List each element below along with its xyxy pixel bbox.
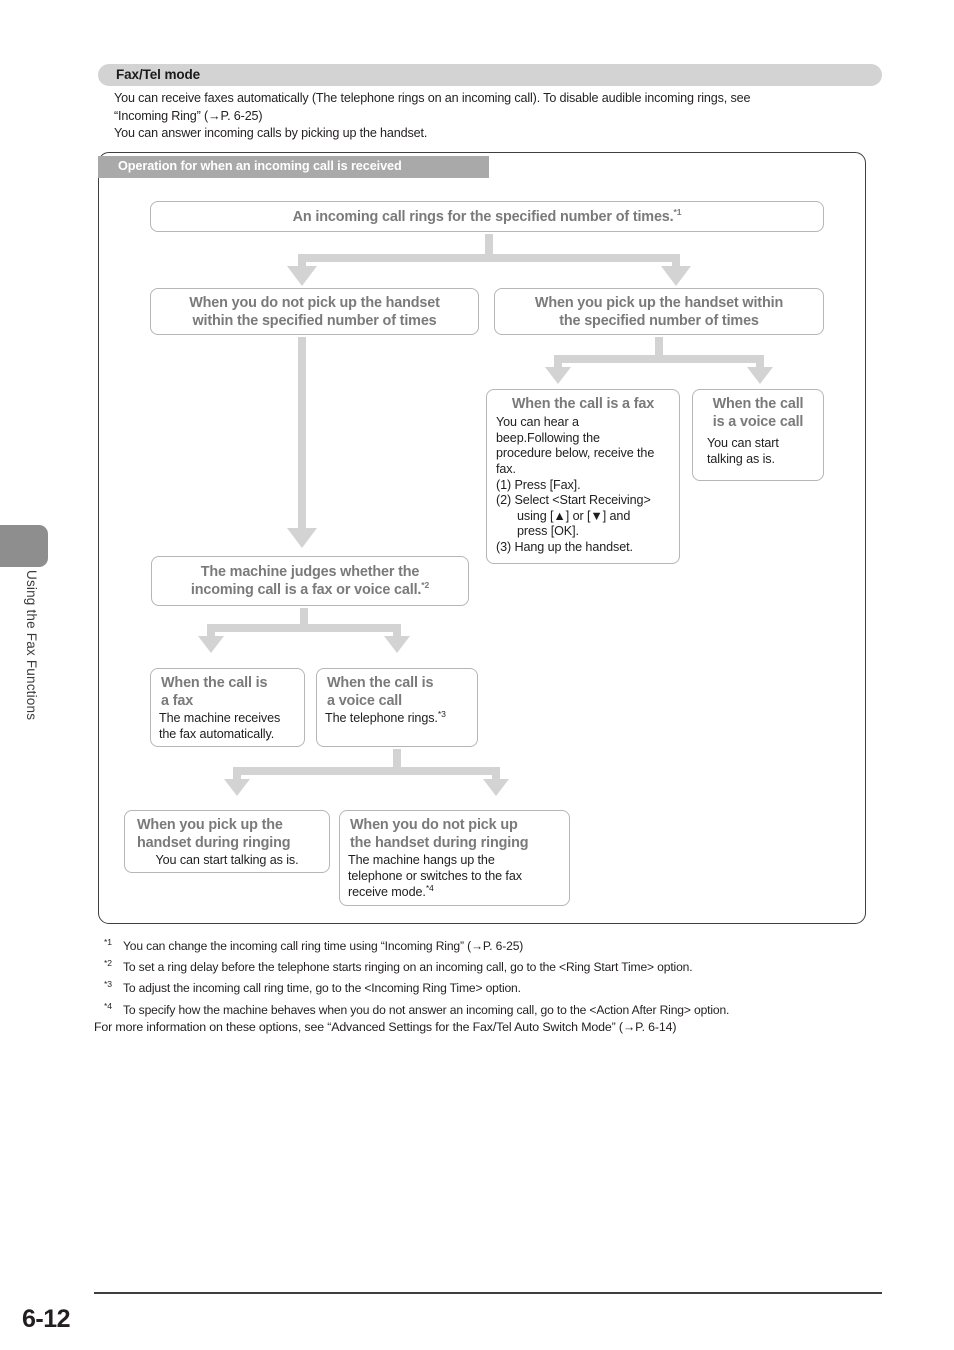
pickup-fax-step-2a: (2) Select <Start Receiving>	[496, 493, 651, 508]
arrow-pickup-crossbar	[554, 355, 764, 363]
footnote-text: To specify how the machine behaves when …	[123, 1002, 730, 1017]
flow-box-branch-no-pickup: When you do not pick up the handset with…	[150, 288, 479, 335]
ring-pickup-title-1: When you pick up the	[137, 817, 283, 833]
intro-line-3: You can answer incoming calls by picking…	[114, 126, 428, 141]
ring-pickup-title-2: handset during ringing	[137, 835, 291, 852]
flow-box-pickup-voice: When the call is a voice call You can st…	[692, 389, 824, 481]
arrow-pickup-head-fax	[545, 367, 571, 384]
arrow-start-crossbar	[298, 254, 680, 262]
judge-voice-title-2: a voice call	[327, 693, 403, 710]
pickup-voice-title-2: is a voice call	[712, 414, 804, 431]
judge-line-1: The machine judges whether the	[200, 564, 420, 580]
pickup-fax-step-2b: using [▲] or [▼] and	[517, 508, 631, 523]
footnote-mark: *2	[104, 958, 112, 969]
flow-start-footnote: *1	[673, 207, 682, 218]
arrow-ring-head-nopickup	[483, 779, 509, 796]
flow-start-text: An incoming call rings for the specified…	[292, 209, 674, 225]
section-header-bar: Fax/Tel mode	[98, 64, 882, 86]
judge-fax-body-1: The machine receives	[159, 711, 281, 726]
branch-right-line-2: the specified number of times	[559, 313, 759, 330]
judge-fax-title-1: When the call is	[161, 675, 268, 691]
arrow-ring-stem	[393, 749, 401, 767]
arrow-left-long-shaft	[298, 337, 306, 530]
footnote-mark: *3	[104, 979, 112, 990]
flow-box-start: An incoming call rings for the specified…	[150, 201, 824, 232]
pickup-fax-step-2c: press [OK].	[517, 524, 579, 539]
chapter-tab-marker	[0, 525, 48, 567]
flow-box-judge-fax: When the call is a fax The machine recei…	[150, 668, 305, 747]
judge-voice-title-1: When the call is	[327, 675, 434, 691]
ring-nopickup-body-3: receive mode.	[348, 884, 426, 899]
arrow-start-stem	[485, 234, 493, 254]
arrow-ring-head-pickup	[224, 779, 250, 796]
branch-left-line-2: within the specified number of times	[192, 313, 437, 330]
pickup-fax-body-4: fax.	[496, 461, 516, 476]
pickup-voice-body-2: talking as is.	[707, 452, 775, 466]
flow-box-pickup-fax: When the call is a fax You can hear a be…	[486, 389, 680, 564]
flowchart-title-label: Operation for when an incoming call is r…	[118, 159, 402, 173]
pickup-fax-body-1: You can hear a	[496, 415, 579, 430]
arrow-judge-crossbar	[207, 624, 401, 632]
judge-line-2: incoming call is a fax or voice call.	[190, 582, 422, 599]
flow-box-ring-pickup: When you pick up the handset during ring…	[124, 810, 330, 873]
pickup-fax-step-1: (1) Press [Fax].	[496, 477, 581, 492]
ring-nopickup-body-2: telephone or switches to the fax	[348, 869, 522, 883]
flow-box-branch-pickup: When you pick up the handset within the …	[494, 288, 824, 335]
section-header-label: Fax/Tel mode	[116, 67, 201, 82]
branch-right-line-1: When you pick up the handset within	[534, 295, 784, 311]
flowchart-container	[98, 152, 866, 924]
footnote-text: To adjust the incoming call ring time, g…	[123, 981, 521, 996]
chapter-tab-label: Using the Fax Functions	[24, 570, 39, 721]
arrow-start-head-right	[661, 266, 691, 286]
footnote-text: You can change the incoming call ring ti…	[123, 939, 524, 954]
arrow-pickup-stem	[655, 337, 663, 355]
arrow-ring-crossbar	[233, 767, 500, 775]
branch-left-line-1: When you do not pick up the handset	[189, 295, 440, 311]
arrow-judge-head-fax	[198, 636, 224, 653]
footnote-text: To set a ring delay before the telephone…	[123, 960, 693, 975]
ring-nopickup-title-2: the handset during ringing	[350, 835, 529, 852]
footnote-mark: *1	[104, 937, 112, 947]
judge-voice-body: The telephone rings.	[325, 711, 438, 726]
ring-nopickup-title-1: When you do not pick up	[350, 817, 518, 833]
ring-pickup-body: You can start talking as is.	[155, 853, 299, 868]
flowchart-title-bar: Operation for when an incoming call is r…	[98, 156, 489, 178]
section-intro: You can receive faxes automatically (The…	[114, 90, 874, 143]
more-information-note: For more information on these options, s…	[94, 1020, 677, 1034]
arrow-judge-stem	[300, 608, 308, 624]
footer-rule	[94, 1292, 882, 1294]
footnote-list: *1 You can change the incoming call ring …	[104, 934, 894, 1019]
page-number: 6-12	[22, 1305, 71, 1333]
pickup-fax-body-2: beep.Following the	[496, 430, 600, 445]
arrow-pickup-head-voice	[747, 367, 773, 384]
ring-nopickup-body-1: The machine hangs up the	[348, 853, 495, 868]
judge-fax-body-2: the fax automatically.	[159, 727, 275, 741]
footnote-item: *4 To specify how the machine behaves whe…	[104, 998, 894, 1019]
footnote-item: *3 To adjust the incoming call ring time,…	[104, 976, 894, 997]
judge-footnote: *2	[421, 580, 430, 591]
judge-fax-title-2: a fax	[161, 693, 194, 710]
pickup-fax-title: When the call is a fax	[511, 396, 655, 412]
arrow-left-long-head	[287, 528, 317, 548]
intro-line-2: “Incoming Ring” (→P. 6-25)	[114, 108, 263, 123]
pickup-voice-title-1: When the call	[712, 396, 804, 412]
pickup-fax-step-3: (3) Hang up the handset.	[496, 539, 633, 554]
footnote-mark: *4	[104, 1000, 112, 1011]
ring-nopickup-footnote: *4	[425, 882, 434, 893]
judge-voice-footnote: *3	[437, 709, 446, 720]
pickup-voice-body-1: You can start	[707, 436, 779, 451]
flow-box-judge: The machine judges whether the incoming …	[151, 556, 469, 606]
flow-box-judge-voice: When the call is a voice call The teleph…	[316, 668, 478, 747]
arrow-start-head-left	[287, 266, 317, 286]
intro-line-1: You can receive faxes automatically (The…	[114, 91, 751, 105]
footnote-item: *1 You can change the incoming call ring …	[104, 934, 894, 955]
footnote-item: *2 To set a ring delay before the telepho…	[104, 955, 894, 976]
arrow-judge-head-voice	[384, 636, 410, 653]
flow-box-ring-no-pickup: When you do not pick up the handset duri…	[339, 810, 570, 906]
pickup-fax-body-3: procedure below, receive the	[496, 446, 655, 461]
